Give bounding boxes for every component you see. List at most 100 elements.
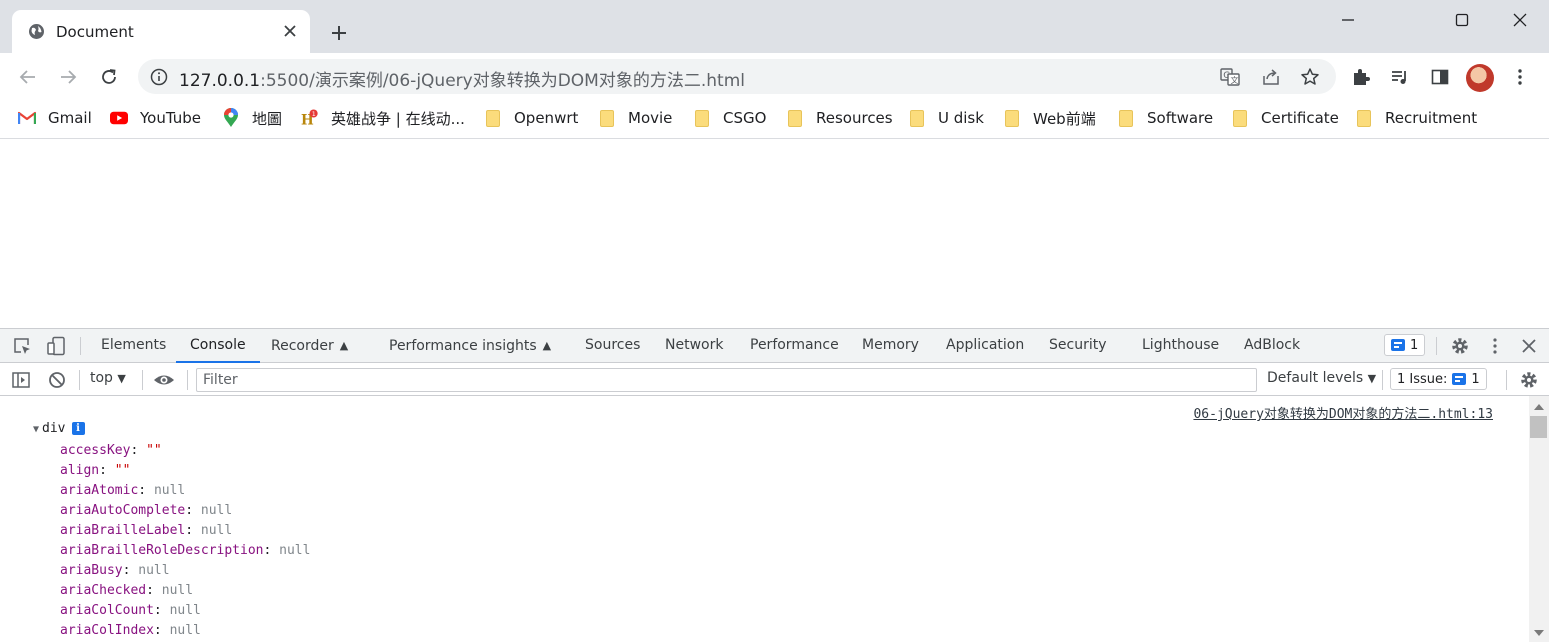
folder-icon (693, 109, 711, 127)
object-property[interactable]: ariaChecked: null (60, 581, 310, 601)
bookmark-folder-movie[interactable]: Movie (598, 107, 672, 129)
live-expression-eye-icon[interactable] (153, 369, 175, 391)
url-path: :5500/演示案例/06-jQuery对象转换为DOM对象的方法二.html (260, 71, 745, 91)
chevron-down-icon: ▼ (117, 372, 126, 385)
back-arrow-icon[interactable] (14, 63, 42, 91)
sidebar-toggle-icon[interactable] (10, 369, 32, 391)
share-icon[interactable] (1260, 66, 1282, 88)
logged-object-header[interactable]: ▼ div i (33, 421, 85, 436)
bookmark-folder-software[interactable]: Software (1117, 107, 1213, 129)
object-property[interactable]: accessKey: "" (60, 441, 310, 461)
bookmark-label: Recruitment (1385, 109, 1478, 127)
bookmark-label: YouTube (140, 109, 201, 127)
url-host: 127.0.0.1 (179, 71, 261, 91)
address-bar[interactable]: 127.0.0.1:5500/演示案例/06-jQuery对象转换为DOM对象的… (138, 59, 1336, 94)
expand-triangle-icon[interactable]: ▼ (33, 424, 39, 435)
close-devtools-icon[interactable] (1518, 335, 1540, 357)
console-filter-input[interactable]: Filter (196, 368, 1257, 392)
media-playlist-icon[interactable] (1388, 65, 1412, 89)
tab-recorder-label: Recorder (271, 338, 334, 354)
bookmark-gmail[interactable]: Gmail (18, 107, 92, 129)
settings-gear-icon[interactable] (1449, 335, 1471, 357)
tab-adblock[interactable]: AdBlock (1244, 329, 1300, 362)
bookmark-folder-web[interactable]: Web前端 (1003, 107, 1096, 129)
console-toolbar: top ▼ Filter Default levels ▼ 1 Issue: 1 (0, 363, 1549, 396)
new-tab-icon[interactable] (326, 20, 352, 46)
folder-icon (598, 109, 616, 127)
object-property[interactable]: ariaAutoComplete: null (60, 501, 310, 521)
log-levels-select[interactable]: Default levels ▼ (1267, 370, 1376, 386)
tab-elements[interactable]: Elements (101, 329, 166, 362)
tab-application[interactable]: Application (946, 329, 1024, 362)
experimental-flask-icon: ▲ (542, 339, 552, 352)
scroll-up-arrow-icon[interactable] (1534, 404, 1544, 410)
scrollbar-thumb[interactable] (1530, 416, 1547, 438)
tab-security[interactable]: Security (1049, 329, 1107, 362)
tab-recorder[interactable]: Recorder ▲ (271, 329, 348, 362)
object-property[interactable]: ariaColIndex: null (60, 621, 310, 641)
extensions-puzzle-icon[interactable] (1349, 65, 1373, 89)
object-property[interactable]: ariaBrailleRoleDescription: null (60, 541, 310, 561)
property-value: null (153, 483, 186, 498)
minimize-icon[interactable] (1336, 8, 1360, 32)
clear-console-icon[interactable] (46, 369, 68, 391)
bookmark-folder-recruitment[interactable]: Recruitment (1355, 107, 1477, 129)
object-property[interactable]: ariaAtomic: null (60, 481, 310, 501)
console-scrollbar[interactable] (1529, 396, 1549, 642)
tab-lighthouse[interactable]: Lighthouse (1142, 329, 1219, 362)
bookmark-folder-csgo[interactable]: CSGO (693, 107, 766, 129)
bookmark-label: Software (1147, 109, 1214, 127)
side-panel-icon[interactable] (1428, 65, 1452, 89)
bookmark-folder-resources[interactable]: Resources (786, 107, 893, 129)
info-icon[interactable]: i (71, 422, 85, 435)
toolbar-divider (79, 370, 80, 390)
site-info-icon[interactable] (150, 68, 168, 86)
object-property[interactable]: ariaBrailleLabel: null (60, 521, 310, 541)
bookmark-maps[interactable]: 地圖 (222, 107, 282, 129)
bookmark-folder-udisk[interactable]: U disk (908, 107, 984, 129)
reload-icon[interactable] (95, 63, 123, 91)
tab-network[interactable]: Network (665, 329, 723, 362)
profile-avatar[interactable] (1466, 64, 1494, 92)
property-value: null (279, 543, 311, 558)
forward-arrow-icon[interactable] (54, 63, 82, 91)
bookmark-label: Movie (628, 109, 673, 127)
bookmark-label: 地圖 (252, 109, 283, 128)
bookmark-star-icon[interactable] (1299, 66, 1321, 88)
browser-menu-kebab-icon[interactable] (1508, 65, 1532, 89)
tab-performance[interactable]: Performance (750, 329, 839, 362)
tab-console[interactable]: Console (176, 329, 260, 363)
messages-count-badge[interactable]: 1 (1384, 334, 1426, 356)
inspect-element-icon[interactable] (11, 335, 33, 357)
object-property[interactable]: ariaColCount: null (60, 601, 310, 621)
issues-count: 1 (1471, 371, 1480, 387)
toolbar-divider (187, 370, 188, 390)
browser-tab[interactable]: Document (12, 10, 310, 53)
device-toolbar-icon[interactable] (45, 335, 67, 357)
maximize-icon[interactable] (1450, 8, 1474, 32)
bookmark-youtube[interactable]: YouTube (110, 107, 201, 129)
bookmark-folder-openwrt[interactable]: Openwrt (484, 107, 578, 129)
object-properties: accessKey: "" align: "" ariaAtomic: null… (60, 441, 310, 641)
issues-badge[interactable]: 1 Issue: 1 (1390, 368, 1487, 390)
execution-context-select[interactable]: top ▼ (90, 370, 126, 386)
close-tab-icon[interactable] (280, 21, 300, 41)
bookmark-label: Gmail (48, 109, 92, 127)
property-key: ariaAutoComplete (60, 503, 186, 518)
scroll-down-arrow-icon[interactable] (1534, 630, 1544, 636)
toolbar-divider (1382, 370, 1383, 390)
translate-icon[interactable]: G文 (1219, 66, 1241, 88)
bookmark-folder-certificate[interactable]: Certificate (1231, 107, 1339, 129)
devtools-menu-kebab-icon[interactable] (1484, 335, 1506, 357)
tab-memory[interactable]: Memory (862, 329, 919, 362)
object-property[interactable]: ariaBusy: null (60, 561, 310, 581)
context-value: top (90, 370, 113, 386)
tab-sources[interactable]: Sources (585, 329, 640, 362)
tab-performance-insights[interactable]: Performance insights ▲ (389, 329, 551, 362)
close-window-icon[interactable] (1508, 8, 1532, 32)
console-settings-gear-icon[interactable] (1518, 369, 1540, 391)
object-property[interactable]: align: "" (60, 461, 310, 481)
folder-icon (484, 109, 502, 127)
bookmark-game[interactable]: H1 英雄战争 | 在线动... (301, 107, 465, 129)
console-source-link[interactable]: 06-jQuery对象转换为DOM对象的方法二.html:13 (1193, 403, 1493, 422)
